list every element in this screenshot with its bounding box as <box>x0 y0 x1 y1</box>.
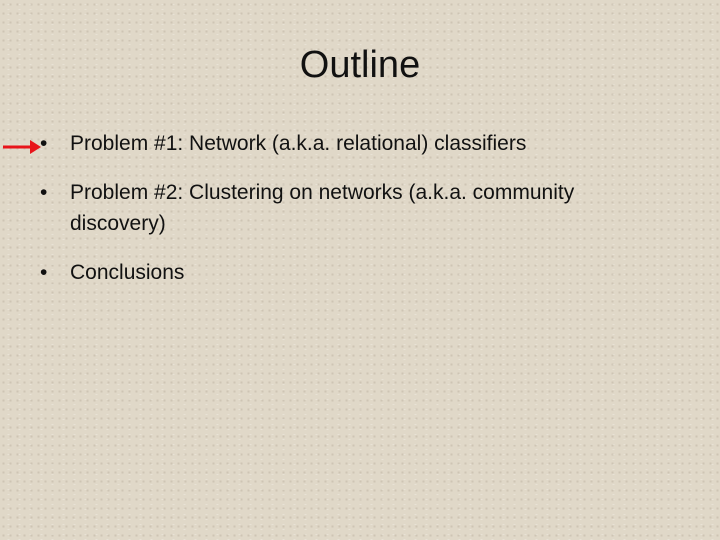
outline-item: • Problem #1: Network (a.k.a. relational)… <box>40 128 660 159</box>
bullet-icon: • <box>40 132 48 155</box>
red-arrow-icon <box>3 140 41 154</box>
outline-item: • Problem #2: Clustering on networks (a.k… <box>40 177 660 239</box>
bullet-icon: • <box>40 181 48 204</box>
bullet-icon: • <box>40 261 48 284</box>
outline-item: • Conclusions <box>40 257 660 288</box>
outline-list: • Problem #1: Network (a.k.a. relational)… <box>40 128 660 306</box>
slide-title: Outline <box>299 44 421 86</box>
